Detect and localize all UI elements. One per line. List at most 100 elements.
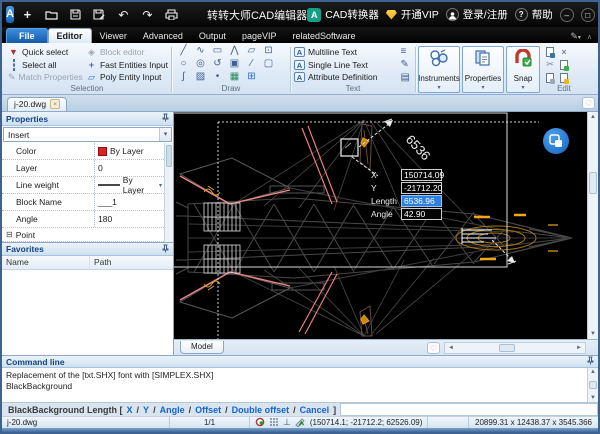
prompt-option-x[interactable]: X (127, 405, 133, 415)
length-input[interactable]: 6536.96 (401, 194, 442, 207)
quick-select-button[interactable]: ▼ Quick select (8, 46, 82, 58)
property-row-color[interactable]: Color By Layer (2, 143, 164, 160)
open-file-button[interactable] (44, 8, 59, 22)
pencil-dropdown-icon[interactable]: ✎▾ (570, 31, 581, 42)
help-button[interactable]: ? 帮助 (514, 7, 553, 22)
save-button[interactable] (68, 8, 83, 22)
menu-tab-file[interactable]: File (6, 28, 48, 43)
block-icon[interactable]: ▣ (230, 58, 239, 71)
prompt-option-y[interactable]: Y (143, 405, 149, 415)
select-all-button[interactable]: Select all (8, 58, 82, 71)
command-scroll-thumb[interactable] (589, 381, 597, 389)
spline-icon[interactable]: ∫ (182, 71, 185, 84)
hatch-icon[interactable]: ▨ (196, 71, 205, 84)
single-line-text-button[interactable]: A Single Line Text (294, 59, 399, 71)
properties-scrollbar[interactable] (164, 143, 173, 242)
text-edit-icon[interactable]: ✎ (401, 59, 410, 70)
horizontal-scroll-thumb[interactable] (498, 343, 515, 352)
properties-button[interactable]: Properties ▾ (462, 46, 504, 93)
menu-tab-editor[interactable]: Editor (47, 28, 92, 43)
menu-tab-pagevip[interactable]: pageVIP (234, 29, 285, 43)
instruments-button[interactable]: Instruments ▾ (418, 46, 460, 93)
snap-button[interactable]: Snap ▾ (506, 46, 540, 93)
region-icon[interactable]: ⊡ (264, 45, 272, 58)
favorites-name-column[interactable]: Name (2, 256, 90, 269)
angle-input[interactable]: 42.90 (401, 207, 442, 220)
export-icon[interactable] (560, 72, 569, 84)
entity-type-select[interactable]: Insert ▾ (3, 127, 172, 142)
document-tab[interactable]: j-20.dwg × (7, 97, 68, 111)
minimize-button[interactable]: – (559, 7, 574, 22)
scroll-up-icon[interactable]: ▲ (590, 368, 596, 375)
collapse-section-icon[interactable]: ⊟ (6, 230, 13, 239)
pin-icon[interactable] (162, 113, 169, 124)
arc-icon[interactable]: ↺ (213, 58, 221, 71)
match-properties-button[interactable]: ✎ Match Properties (8, 71, 83, 83)
property-section-point[interactable]: ⊟ Point (2, 228, 164, 242)
scroll-left-icon[interactable]: ◄ (445, 345, 457, 351)
ortho-toggle-icon[interactable]: ⊥ (283, 417, 291, 428)
command-scrollbar[interactable]: ▲ ▼ (587, 368, 598, 402)
prompt-option-double-offset[interactable]: Double offset (232, 405, 290, 415)
horizontal-scrollbar[interactable]: ◄ ► (444, 341, 586, 354)
rectangle-icon[interactable]: ▭ (213, 45, 222, 58)
print-button[interactable] (164, 8, 179, 22)
scroll-right-icon[interactable]: ► (573, 345, 585, 351)
menu-tab-output[interactable]: Output (191, 29, 234, 43)
copy-icon[interactable] (546, 72, 555, 84)
snap-toggle-icon[interactable] (255, 417, 265, 429)
scroll-down-icon[interactable]: ▼ (590, 329, 596, 339)
text-frame-icon[interactable]: ▤ (401, 72, 410, 83)
model-tab[interactable]: Model (180, 341, 224, 354)
login-button[interactable]: 登录/注册 (445, 7, 508, 22)
favorite-toggle-button[interactable]: ♡ (427, 341, 440, 354)
draft-toggle-icon[interactable] (295, 417, 306, 429)
copy-with-base-icon[interactable] (560, 59, 569, 71)
property-row-blockname[interactable]: Block Name ___1 (2, 194, 164, 211)
prompt-option-cancel[interactable]: Cancel (300, 405, 330, 415)
prompt-option-offset[interactable]: Offset (195, 405, 221, 415)
ribbon-collapse-icon[interactable]: ∧ (587, 33, 592, 41)
grid-toggle-icon[interactable] (269, 417, 279, 429)
circle-icon[interactable]: ○ (180, 58, 186, 71)
multiline-text-button[interactable]: A Multiline Text (294, 46, 399, 58)
menu-tab-advanced[interactable]: Advanced (135, 29, 191, 43)
tab-close-icon[interactable]: × (50, 99, 61, 109)
save-as-button[interactable] (92, 8, 107, 22)
pin-icon[interactable] (162, 244, 169, 255)
y-input[interactable]: -21712.20 (401, 181, 442, 194)
block-insert-icon[interactable]: ▱ (248, 45, 256, 58)
cut-icon[interactable]: ✂ (546, 59, 554, 70)
ellipse-icon[interactable]: ◎ (196, 58, 205, 71)
vertical-scroll-thumb[interactable] (589, 172, 597, 194)
fast-entities-input-button[interactable]: + Fast Entities Input (86, 59, 168, 71)
ray-icon[interactable]: ∕ (251, 58, 253, 71)
menu-tab-viewer[interactable]: Viewer (92, 29, 135, 43)
favorite-toggle-button[interactable]: ♡ (582, 97, 595, 109)
menu-tab-relatedsoftware[interactable]: relatedSoftware (284, 29, 363, 43)
poly-entity-input-button[interactable]: ▱ Poly Entity Input (86, 71, 168, 83)
multiline-icon[interactable]: ⋀ (230, 45, 238, 58)
table-icon[interactable]: ⊞ (247, 71, 255, 84)
raster-image-icon[interactable]: ▦ (230, 71, 239, 84)
scroll-down-icon[interactable]: ▼ (590, 395, 596, 402)
point-icon[interactable]: • (216, 71, 220, 84)
prompt-option-angle[interactable]: Angle (160, 405, 185, 415)
new-file-button[interactable]: + (20, 7, 35, 22)
block-editor-button[interactable]: ◈ Block editor (86, 46, 168, 58)
x-input[interactable]: 150714.09 (401, 168, 444, 181)
pin-icon[interactable] (587, 356, 594, 367)
attribute-definition-button[interactable]: A Attribute Definition (294, 71, 399, 83)
text-style-icon[interactable]: ≡ (401, 46, 410, 57)
line-icon[interactable]: ╱ (180, 45, 186, 58)
cad-converter-button[interactable]: A CAD转换器 (307, 7, 379, 22)
image-frame-icon[interactable]: ▢ (264, 58, 273, 71)
undo-button[interactable]: ↶ (116, 8, 131, 22)
command-input[interactable] (340, 403, 598, 416)
redo-button[interactable]: ↷ (140, 8, 155, 22)
property-row-lineweight[interactable]: Line weight By Layer ▾ (2, 175, 164, 195)
scroll-up-icon[interactable]: ▲ (590, 112, 596, 122)
polyline-icon[interactable]: ∿ (196, 45, 204, 58)
property-row-angle[interactable]: Angle 180 (2, 211, 164, 228)
capture-float-button[interactable] (543, 128, 569, 154)
